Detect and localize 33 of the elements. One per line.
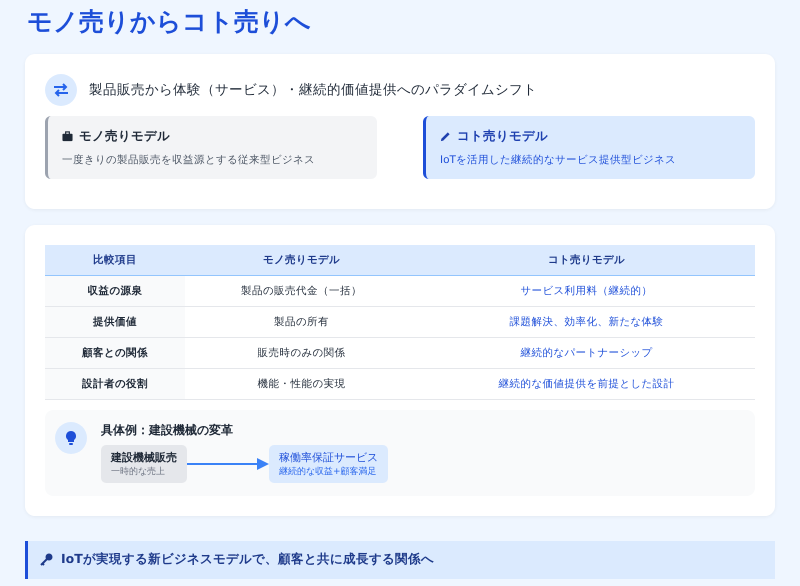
- lightbulb-icon: [55, 422, 87, 454]
- table-cell: 顧客との関係: [45, 337, 185, 368]
- model-description: 一度きりの製品販売を収益源とする従来型ビジネス: [62, 153, 316, 167]
- table-cell: 継続的な価値提供を前提とした設計: [418, 368, 755, 399]
- table-cell: 製品の販売代金（一括）: [185, 275, 418, 306]
- page-title: モノ売りからコト売りへ: [27, 6, 312, 38]
- example-heading: 具体例：建設機械の変革: [101, 422, 234, 438]
- column-header: 比較項目: [45, 245, 185, 275]
- table-cell: 収益の源泉: [45, 275, 185, 306]
- pencil-icon: [440, 131, 451, 142]
- step-title: 建設機械販売: [111, 450, 177, 464]
- table-cell: サービス利用料（継続的）: [418, 275, 755, 306]
- summary-text: IoTが実現する新ビジネスモデルで、顧客と共に成長する関係へ: [61, 551, 434, 568]
- column-header: コト売りモデル: [418, 245, 755, 275]
- step-subtitle: 継続的な収益+顧客満足: [279, 466, 378, 478]
- model-title: コト売りモデル: [457, 128, 548, 145]
- table-cell: 設計者の役割: [45, 368, 185, 399]
- table-cell: 製品の所有: [185, 306, 418, 337]
- table-cell: 課題解決、効率化、新たな体験: [418, 306, 755, 337]
- step-subtitle: 一時的な売上: [111, 466, 166, 478]
- step-title: 稼働率保証サービス: [279, 450, 378, 464]
- table-cell: 継続的なパートナーシップ: [418, 337, 755, 368]
- table-cell: 機能・性能の実現: [185, 368, 418, 399]
- key-icon: [40, 553, 53, 566]
- table-cell: 提供価値: [45, 306, 185, 337]
- model-description: IoTを活用した継続的なサービス提供型ビジネス: [440, 153, 677, 167]
- briefcase-icon: [62, 131, 73, 142]
- model-title: モノ売りモデル: [79, 128, 170, 145]
- table-cell: 販売時のみの関係: [185, 337, 418, 368]
- arrow-icon: [187, 458, 269, 470]
- swap-icon: [45, 74, 77, 106]
- overview-heading: 製品販売から体験（サービス）・継続的価値提供へのパラダイムシフト: [89, 81, 537, 99]
- column-header: モノ売りモデル: [185, 245, 418, 275]
